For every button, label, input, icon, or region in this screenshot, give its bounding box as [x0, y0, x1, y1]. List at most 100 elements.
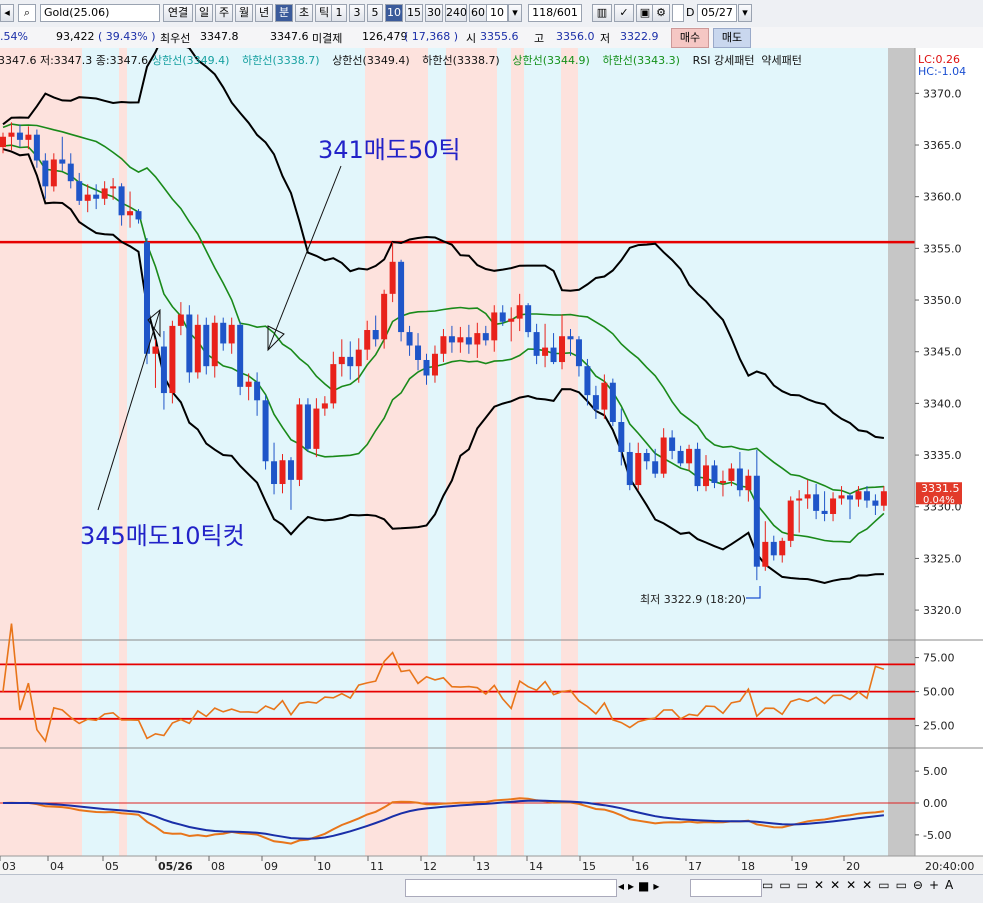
macd-tick-label-0: 5.00 — [923, 765, 948, 778]
d-checkbox[interactable] — [672, 4, 684, 22]
candle-body-23 — [194, 324, 201, 373]
indicator-icon[interactable]: ✓ — [614, 4, 634, 22]
symbol-input[interactable]: Gold(25.06) — [40, 4, 160, 22]
session-band-3 — [446, 48, 497, 858]
candle-body-56 — [474, 333, 481, 345]
date-input[interactable]: 05/27 — [697, 4, 737, 22]
open-price: 3355.6 — [480, 30, 519, 43]
candle-body-74 — [626, 451, 633, 486]
zoom-slider[interactable] — [690, 879, 762, 897]
rsi-tick-label-2: 25.00 — [923, 720, 955, 733]
candle-body-78 — [660, 437, 667, 474]
candle-body-83 — [703, 465, 710, 487]
candle-body-99 — [838, 495, 845, 499]
candle-body-32 — [271, 461, 278, 485]
candle-body-8 — [67, 163, 74, 182]
candle-body-65 — [550, 347, 557, 363]
legend-item-5: 하한선(3343.3) — [603, 53, 680, 67]
period-button-1[interactable]: 일 — [195, 4, 213, 22]
legend-item-0: 상한선(3349.4) — [152, 54, 229, 67]
candle-body-0 — [0, 136, 6, 148]
candle-body-51 — [431, 353, 438, 376]
period-button-5[interactable]: 분 — [275, 4, 293, 22]
candle-body-20 — [169, 325, 176, 394]
period-button-3[interactable]: 월 — [235, 4, 253, 22]
candle-body-26 — [220, 322, 227, 344]
date-dropdown-icon[interactable]: ▾ — [738, 4, 752, 22]
time-label-3: 05/26 — [158, 860, 193, 873]
open-interest: 126,479 — [362, 30, 408, 43]
candle-body-44 — [372, 330, 379, 340]
interval-dropdown-icon[interactable]: ▾ — [508, 4, 522, 22]
interval-button-60[interactable]: 60 — [469, 4, 487, 22]
period-button-2[interactable]: 주 — [215, 4, 233, 22]
legend-hc: HC:-1.04 — [918, 65, 966, 78]
time-label-5: 09 — [264, 860, 278, 873]
volume-pct: ( 39.43% ) — [98, 30, 156, 43]
search-icon[interactable]: ⌕ — [18, 4, 36, 22]
interval-button-10[interactable]: 10 — [385, 4, 403, 22]
drawing-tools[interactable]: ▭▭▭✕✕✕✕▭▭⊖+A — [762, 878, 972, 896]
candle-body-37 — [313, 408, 320, 449]
candle-body-104 — [880, 491, 887, 506]
candle-body-45 — [381, 293, 388, 340]
candle-body-62 — [525, 305, 532, 333]
candle-body-81 — [686, 448, 693, 464]
low-label: 저 — [600, 32, 611, 45]
candle-body-6 — [50, 159, 57, 187]
candle-body-100 — [847, 495, 853, 500]
time-label-7: 11 — [370, 860, 384, 873]
annotation-sell-50: 341매도50틱 — [318, 136, 461, 164]
time-label-4: 08 — [211, 860, 225, 873]
candle-body-94 — [796, 498, 803, 501]
interval-button-30[interactable]: 30 — [425, 4, 443, 22]
price-chart[interactable]: 3370.0 3365.0 3360.0 3355.0 3350.0 3345.0 3340… — [0, 48, 983, 874]
candle-body-5 — [42, 160, 49, 187]
scroll-track[interactable] — [405, 879, 617, 897]
playback-controls[interactable]: ◂▸■▸ — [618, 879, 688, 895]
candle-body-69 — [584, 366, 591, 396]
price-tick-label-10: 3320.0 — [923, 604, 962, 617]
open-interest-label: 미결제 — [312, 32, 343, 45]
candle-body-10 — [84, 194, 91, 201]
candle-body-71 — [601, 382, 608, 410]
time-label-8: 12 — [423, 860, 437, 873]
gear-icon[interactable]: ⚙ — [652, 4, 670, 22]
candle-body-101 — [855, 491, 862, 500]
d-label: D — [686, 6, 695, 19]
candle-body-15 — [127, 211, 134, 216]
interval-button-1[interactable]: 1 — [331, 4, 347, 22]
interval-button-5[interactable]: 5 — [367, 4, 383, 22]
buy-button[interactable]: 매수 — [671, 28, 709, 48]
top-toolbar: ◂ ⌕ Gold(25.06) 연결 일 주 월 년 분 초 틱 1 3 5 10 15 30 240 60… — [0, 0, 983, 28]
candle-body-84 — [711, 465, 718, 483]
candle-body-96 — [813, 494, 820, 511]
candle-body-25 — [211, 322, 218, 367]
low-price: 3322.9 — [620, 30, 659, 43]
candle-body-87 — [736, 468, 743, 491]
interval-button-3[interactable]: 3 — [349, 4, 365, 22]
candle-body-7 — [59, 159, 66, 164]
interval-button-15[interactable]: 15 — [405, 4, 423, 22]
rsi-tick-label-1: 50.00 — [923, 686, 955, 699]
bottom-scroll-toolbar: ◂▸■▸ ▭▭▭✕✕✕✕▭▭⊖+A — [0, 874, 983, 903]
price-tick-label-2: 3360.0 — [923, 191, 962, 204]
sell-button[interactable]: 매도 — [713, 28, 751, 48]
legend-item-4: 상한선(3344.9) — [512, 54, 589, 67]
candle-body-79 — [669, 437, 676, 451]
candle-body-18 — [152, 346, 159, 354]
interval-input[interactable]: 10 — [486, 4, 508, 22]
menu-arrow-icon[interactable]: ◂ — [0, 4, 14, 22]
candle-type-icon[interactable]: ▥ — [592, 4, 612, 22]
candle-body-43 — [364, 330, 371, 350]
candle-body-49 — [415, 345, 422, 360]
candle-body-53 — [448, 336, 455, 343]
period-button-0[interactable]: 연결 — [163, 4, 193, 22]
period-button-6[interactable]: 초 — [295, 4, 313, 22]
interval-button-240[interactable]: 240 — [445, 4, 467, 22]
candle-body-40 — [338, 356, 345, 365]
period-button-4[interactable]: 년 — [255, 4, 273, 22]
open-label: 시 — [466, 32, 477, 45]
candle-body-9 — [76, 181, 83, 201]
candle-body-13 — [110, 186, 117, 189]
